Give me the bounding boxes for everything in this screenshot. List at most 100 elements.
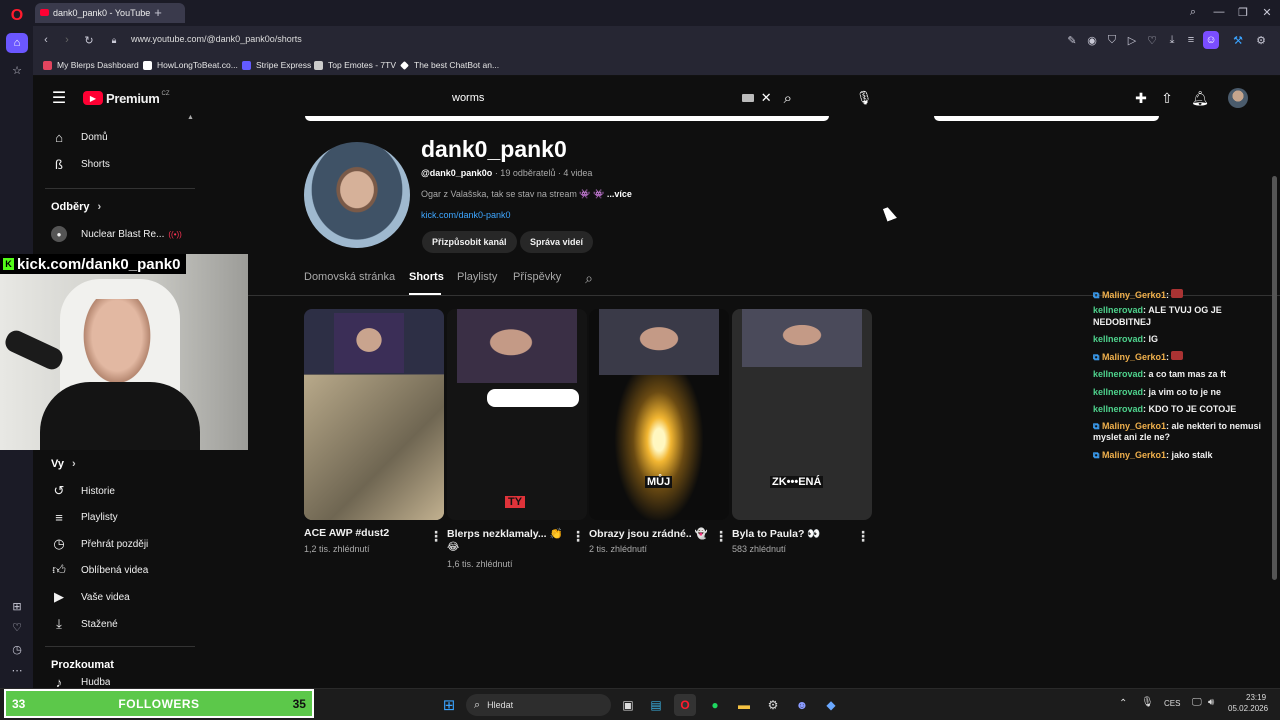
tab-shorts[interactable]: Shorts	[409, 271, 444, 283]
tab-posts[interactable]: Příspěvky	[513, 271, 561, 283]
avatar[interactable]	[1228, 88, 1248, 108]
spotify-icon[interactable]: ●	[704, 694, 726, 716]
manage-videos-button[interactable]: Správa videí	[520, 231, 594, 253]
profile-icon[interactable]: ☺	[1203, 31, 1219, 49]
taskbar-search[interactable]: ⌕ Hledat	[466, 694, 611, 716]
forward-icon[interactable]: ›	[60, 32, 74, 48]
clock-date[interactable]: 05.02.2026	[1228, 704, 1268, 713]
clear-search-icon[interactable]: ✕	[761, 90, 772, 106]
channel-description[interactable]: Ogar z Valašska, tak se stav na stream 👾…	[421, 189, 632, 200]
short-title-2[interactable]: Blerps nezklamaly... 👏	[447, 527, 563, 540]
bookmark-7tv[interactable]: Top Emotes - 7TV	[314, 54, 396, 76]
short-title-1[interactable]: ACE AWP #dust2	[304, 527, 389, 539]
sidebar-item-music[interactable]: ♪ Hudba	[51, 676, 111, 688]
more-options-icon[interactable]: ⋮	[571, 528, 585, 545]
file-explorer-icon[interactable]: ▬	[733, 694, 755, 716]
back-icon[interactable]: ‹	[39, 32, 53, 48]
tab-playlists[interactable]: Playlisty	[457, 271, 497, 283]
bookmark-blerps[interactable]: My Blerps Dashboard	[43, 54, 139, 76]
short-thumbnail-3[interactable]: MŮJ	[589, 309, 729, 520]
settings-icon[interactable]: ⚙	[1254, 32, 1268, 48]
sidebar-item-watch-later[interactable]: ◷ Přehrát později	[51, 531, 148, 557]
sidebar-item-shorts[interactable]: ß Shorts	[51, 151, 110, 177]
close-window-icon[interactable]: ✕	[1259, 4, 1275, 20]
subscriptions-header[interactable]: Odběry ›	[51, 201, 101, 213]
sidebar-item-home[interactable]: ⌂ Domů	[51, 124, 108, 150]
sidebar-item-history[interactable]: ↺ Historie	[51, 478, 115, 504]
edit-icon[interactable]: ✎	[1065, 32, 1079, 48]
apps-grid-icon[interactable]: ⊞	[6, 597, 28, 615]
sidebar-scroll-up-icon[interactable]: ▲	[187, 114, 194, 121]
heart-icon[interactable]: ♡	[1145, 32, 1159, 48]
tab-home[interactable]: Domovská stránka	[304, 271, 395, 283]
bookmark-howlongtobeat[interactable]: HowLongToBeat.co...	[143, 54, 238, 76]
more-options-icon[interactable]: ⋮	[714, 528, 728, 545]
customize-channel-button[interactable]: Přizpůsobit kanál	[422, 231, 517, 253]
short-thumbnail-4[interactable]: ZK•••ENÁ	[732, 309, 872, 520]
extension-icon[interactable]: ⚒	[1231, 32, 1245, 48]
search-input[interactable]: worms	[441, 92, 742, 104]
keyboard-icon[interactable]	[741, 94, 754, 102]
sidebar-item-subscription[interactable]: ● Nuclear Blast Re... ((•))	[51, 221, 182, 247]
steam-icon[interactable]: ⚙	[762, 694, 784, 716]
short-title-3[interactable]: Obrazy jsou zrádné.. 👻	[589, 527, 708, 540]
play-icon[interactable]: ▷	[1125, 32, 1139, 48]
volume-icon[interactable]: 🔊︎	[1208, 697, 1214, 708]
new-tab-icon[interactable]: +	[150, 4, 166, 20]
history-icon[interactable]: ◷	[6, 640, 28, 658]
menu-icon[interactable]: ≡	[1184, 32, 1198, 48]
task-view-icon[interactable]: ▣	[617, 694, 639, 716]
discord-icon[interactable]: ☻	[791, 694, 813, 716]
camera-icon[interactable]: ◉	[1085, 32, 1099, 48]
short-thumbnail-1[interactable]	[304, 309, 444, 520]
home-icon[interactable]: ⌂	[6, 33, 28, 53]
star-icon[interactable]: ☆	[6, 60, 28, 80]
language-indicator[interactable]: CES	[1164, 699, 1180, 708]
download-icon[interactable]: ⤓	[1165, 32, 1179, 48]
heart-icon[interactable]: ♡	[6, 618, 28, 636]
sidebar-item-your-videos[interactable]: ▶ Vaše videa	[51, 584, 130, 610]
upload-icon[interactable]: ⇧	[1157, 88, 1177, 108]
search-icon[interactable]: ⌕	[784, 90, 792, 107]
hamburger-menu-icon[interactable]: ☰	[49, 88, 69, 108]
more-options-icon[interactable]: ⋮	[429, 528, 443, 545]
windows-start-icon[interactable]: ⊞	[438, 694, 460, 716]
opera-logo-icon[interactable]: O	[7, 6, 27, 26]
more-icon[interactable]: ⋯	[6, 661, 28, 679]
sidebar-item-liked[interactable]: 👍︎ Oblíbená videa	[51, 557, 148, 583]
chat-message: ⧉ Maliny_Gerko1: jako stalk	[1093, 449, 1213, 460]
clock-time[interactable]: 23:19	[1246, 693, 1266, 702]
short-title-4[interactable]: Byla to Paula? 👀	[732, 527, 820, 540]
shield-icon[interactable]: ⛉	[1105, 32, 1119, 48]
youtube-logo[interactable]: ▶ Premium CZ	[83, 90, 170, 106]
sidebar-item-downloads[interactable]: ⤓ Stažené	[51, 611, 118, 637]
url-field[interactable]: www.youtube.com/@dank0_pank0o/shorts	[131, 34, 302, 44]
bookmark-chatbot[interactable]: The best ChatBot an...	[400, 54, 499, 76]
opera-icon[interactable]: O	[674, 694, 696, 716]
tray-chevron-up-icon[interactable]: ⌃	[1119, 698, 1127, 709]
notifications-icon[interactable]: 🔔︎	[1190, 88, 1210, 108]
mouse-cursor	[883, 205, 897, 222]
network-icon[interactable]: 🖵︎	[1192, 697, 1202, 708]
page-scrollbar[interactable]	[1272, 176, 1277, 580]
short-thumbnail-2[interactable]: TY	[447, 309, 587, 520]
microphone-icon[interactable]: 🎙︎	[1141, 697, 1154, 708]
voice-search-icon[interactable]: 🎙︎	[852, 86, 876, 110]
create-icon[interactable]: ✚	[1131, 88, 1151, 108]
app-icon[interactable]: ▤	[645, 694, 667, 716]
more-link[interactable]: ...více	[607, 189, 632, 199]
minimize-icon[interactable]: —	[1211, 4, 1227, 20]
sidebar-item-playlists[interactable]: ≡ Playlisty	[51, 504, 117, 530]
search-box[interactable]: worms ✕ ⌕	[441, 83, 804, 113]
reload-icon[interactable]: ↻	[82, 32, 96, 48]
search-tabs-icon[interactable]: ⌕	[1185, 4, 1201, 20]
app-diamond-icon[interactable]: ◆	[820, 694, 842, 716]
channel-link[interactable]: kick.com/dank0-pank0	[421, 210, 511, 220]
channel-search-icon[interactable]: ⌕	[581, 270, 597, 286]
maximize-icon[interactable]: ❐	[1235, 4, 1251, 20]
channel-name: dank0_pank0	[421, 136, 567, 162]
thumbnail-webcam	[457, 309, 577, 383]
bookmark-stripe[interactable]: Stripe Express	[242, 54, 311, 76]
more-options-icon[interactable]: ⋮	[856, 528, 870, 545]
you-header[interactable]: Vy ›	[51, 458, 76, 470]
